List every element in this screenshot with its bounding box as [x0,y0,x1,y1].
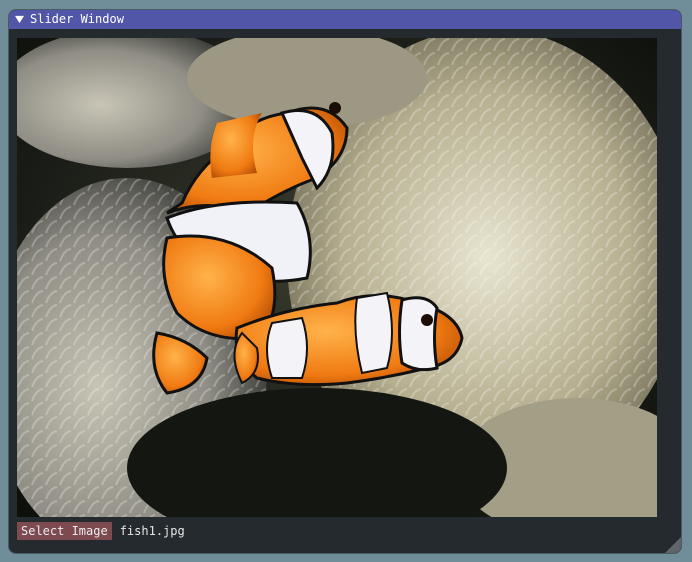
select-image-button[interactable]: Select Image [17,522,112,540]
window-title: Slider Window [30,12,124,26]
filename-label: fish1.jpg [119,524,185,538]
resize-grip-icon[interactable] [665,537,681,553]
collapse-triangle-icon[interactable] [15,15,24,24]
control-row: Select Image fish1.jpg [17,522,185,540]
clownfish-photo [17,38,657,517]
window-titlebar[interactable]: Slider Window [9,10,681,29]
slider-window: Slider Window Select Image fish1.jpg [9,10,681,553]
image-preview [17,38,657,517]
